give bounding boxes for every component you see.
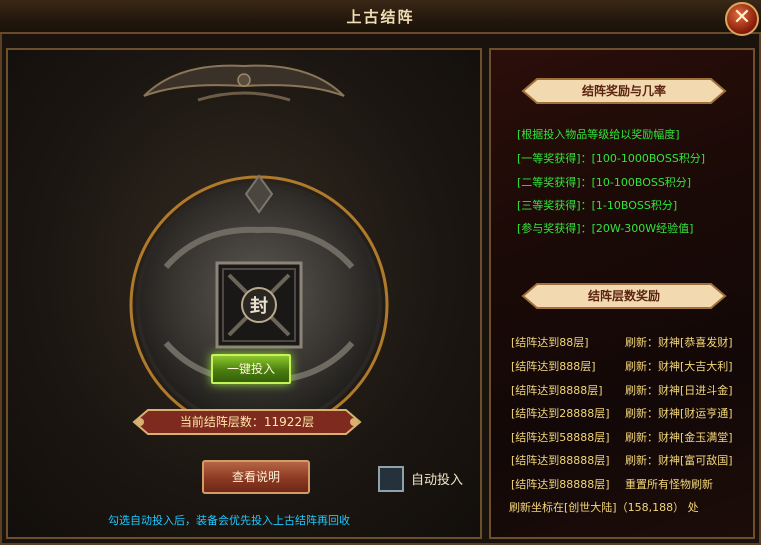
current-level-text: 当前结阵层数：11922层: [179, 415, 315, 429]
layer-reward: 刷新：财神[大吉大利]: [625, 360, 733, 373]
auto-invest-checkbox[interactable]: [378, 466, 404, 492]
auto-invest-tip: 勾选自动投入后，装备会优先投入上古结阵再回收: [108, 514, 350, 527]
layer-reward: 刷新：财神[财运亨通]: [625, 407, 733, 420]
layer-reward: 重置所有怪物刷新: [625, 478, 713, 491]
layer-reward: 刷新：财神[富可敌国]: [625, 454, 733, 467]
seal-disc: 封: [129, 174, 389, 435]
reward-line: [二等奖获得]：[10-100BOSS积分]: [517, 176, 692, 189]
reward-line: [三等奖获得]：[1-10BOSS积分]: [517, 199, 678, 212]
invest-all-button[interactable]: 一键投入: [211, 354, 291, 384]
seal-character: 封: [250, 295, 268, 317]
rewards-title: 结阵奖励与几率: [581, 84, 666, 98]
layer-requirement: [结阵达到88888层]: [511, 478, 610, 491]
layer-requirement: [结阵达到28888层]: [511, 407, 610, 420]
close-icon[interactable]: ✕: [725, 2, 759, 36]
rewards-panel: 结阵奖励与几率 [根据投入物品等级给以奖励幅度] [一等奖获得]：[100-10…: [489, 48, 755, 539]
layer-requirement: [结阵达到88层]: [511, 336, 589, 349]
seal-panel: 封 一键投入 当前结阵层数：11922层 查看说明 自动投入 勾选自动投入后，装…: [6, 48, 482, 539]
top-ornament: [143, 64, 345, 102]
layers-title: 结阵层数奖励: [587, 289, 660, 303]
reward-line: [根据投入物品等级给以奖励幅度]: [517, 128, 680, 141]
layer-reward: 刷新：财神[日进斗金]: [625, 384, 733, 397]
layer-requirement: [结阵达到58888层]: [511, 431, 610, 444]
reward-line: [参与奖获得]：[20W-300W经验值]: [517, 222, 694, 235]
layer-requirement: [结阵达到88888层]: [511, 454, 610, 467]
layer-requirement: [结阵达到888层]: [511, 360, 596, 373]
layer-reward: 刷新：财神[金玉满堂]: [625, 431, 733, 444]
auto-invest-label: 自动投入: [411, 473, 464, 488]
title-bar: 上古结阵: [0, 0, 761, 34]
window-title: 上古结阵: [346, 8, 415, 26]
reward-line: [一等奖获得]：[100-1000BOSS积分]: [517, 152, 706, 165]
layer-reward: 刷新：财神[恭喜发财]: [625, 336, 733, 349]
refresh-coordinates: 刷新坐标在[创世大陆]（158,188） 处: [509, 501, 699, 514]
layer-requirement: [结阵达到8888层]: [511, 384, 603, 397]
view-info-button[interactable]: 查看说明: [202, 460, 310, 494]
